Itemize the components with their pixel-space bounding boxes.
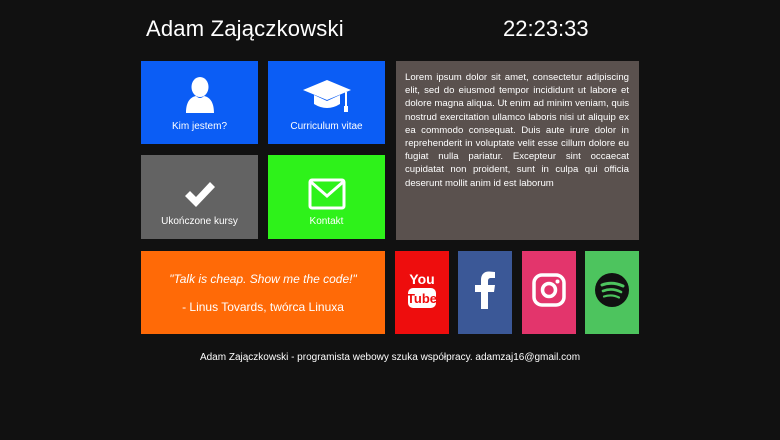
youtube-icon: You Tube — [407, 269, 437, 316]
clock: 22:23:33 — [503, 16, 589, 41]
youtube-link[interactable]: You Tube — [395, 251, 449, 334]
page-title: Adam Zajączkowski — [146, 16, 344, 41]
tile-contact[interactable]: Kontakt — [268, 155, 385, 239]
envelope-icon — [308, 178, 346, 210]
footer-text: Adam Zajączkowski - programista webowy s… — [199, 352, 581, 363]
quote-author: - Linus Tovards, twórca Linuxa — [182, 299, 344, 314]
quote-text: "Talk is cheap. Show me the code!" — [169, 271, 357, 286]
tile-courses[interactable]: Ukończone kursy — [141, 155, 258, 239]
spotify-link[interactable] — [585, 251, 639, 334]
facebook-icon — [474, 271, 496, 314]
quote-tile: "Talk is cheap. Show me the code!" - Lin… — [141, 251, 385, 334]
user-icon — [185, 75, 215, 115]
tile-cv-label: Curriculum vitae — [290, 121, 363, 132]
checkmark-icon — [183, 180, 217, 210]
instagram-icon — [532, 273, 566, 312]
tile-about-label: Kim jestem? — [171, 121, 227, 132]
tile-cv[interactable]: Curriculum vitae — [268, 61, 385, 144]
instagram-link[interactable] — [522, 251, 576, 334]
tile-contact-label: Kontakt — [309, 216, 344, 227]
spotify-icon — [594, 272, 630, 313]
facebook-link[interactable] — [458, 251, 512, 334]
about-text-box: Lorem ipsum dolor sit amet, consectetur … — [396, 61, 639, 240]
svg-text:You: You — [409, 271, 434, 287]
tile-courses-label: Ukończone kursy — [161, 216, 238, 227]
graduation-cap-icon — [302, 77, 352, 115]
svg-text:Tube: Tube — [407, 291, 437, 306]
tile-about[interactable]: Kim jestem? — [141, 61, 258, 144]
